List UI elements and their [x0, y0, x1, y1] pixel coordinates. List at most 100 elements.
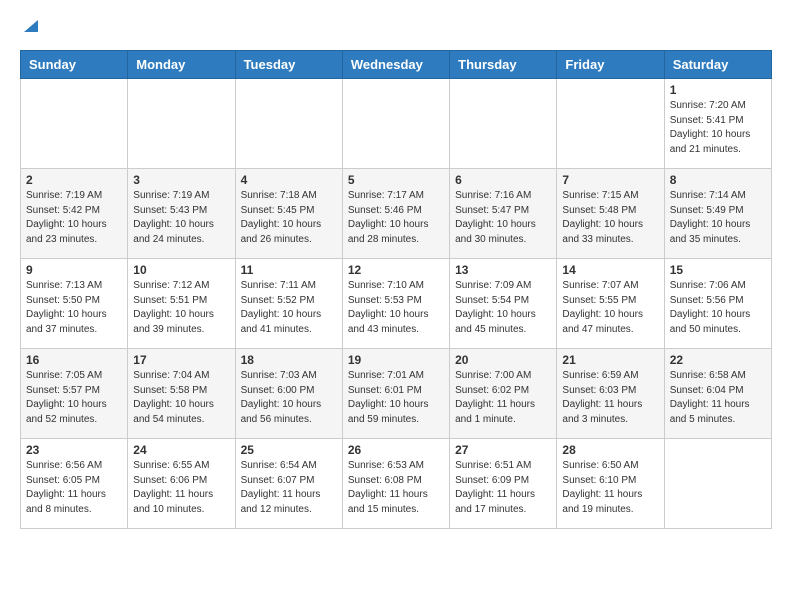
page-header [20, 20, 772, 34]
calendar-table: SundayMondayTuesdayWednesdayThursdayFrid… [20, 50, 772, 529]
day-number: 1 [670, 83, 766, 97]
calendar-cell: 6 Sunrise: 7:16 AM Sunset: 5:47 PM Daylig… [450, 169, 557, 259]
day-info: Sunrise: 7:01 AM Sunset: 6:01 PM Dayligh… [348, 369, 444, 427]
calendar-cell [21, 79, 128, 169]
calendar-cell: 15 Sunrise: 7:06 AM Sunset: 5:56 PM Dayli… [664, 259, 771, 349]
weekday-header-sunday: Sunday [21, 51, 128, 79]
day-number: 7 [562, 173, 658, 187]
calendar-cell: 27 Sunrise: 6:51 AM Sunset: 6:09 PM Dayli… [450, 439, 557, 529]
day-number: 14 [562, 263, 658, 277]
calendar-cell [450, 79, 557, 169]
day-info: Sunrise: 7:13 AM Sunset: 5:50 PM Dayligh… [26, 279, 122, 337]
day-info: Sunrise: 6:50 AM Sunset: 6:10 PM Dayligh… [562, 459, 658, 517]
calendar-week-3: 9 Sunrise: 7:13 AM Sunset: 5:50 PM Daylig… [21, 259, 772, 349]
weekday-header-friday: Friday [557, 51, 664, 79]
day-info: Sunrise: 6:59 AM Sunset: 6:03 PM Dayligh… [562, 369, 658, 427]
calendar-cell: 21 Sunrise: 6:59 AM Sunset: 6:03 PM Dayli… [557, 349, 664, 439]
calendar-cell: 7 Sunrise: 7:15 AM Sunset: 5:48 PM Daylig… [557, 169, 664, 259]
day-info: Sunrise: 7:19 AM Sunset: 5:43 PM Dayligh… [133, 189, 229, 247]
calendar-cell: 3Sunrise: 7:19 AM Sunset: 5:43 PM Daylig… [128, 169, 235, 259]
day-info: Sunrise: 6:54 AM Sunset: 6:07 PM Dayligh… [241, 459, 337, 517]
calendar-cell: 2 Sunrise: 7:19 AM Sunset: 5:42 PM Daylig… [21, 169, 128, 259]
day-number: 9 [26, 263, 122, 277]
day-number: 25 [241, 443, 337, 457]
calendar-cell: 24 Sunrise: 6:55 AM Sunset: 6:06 PM Dayli… [128, 439, 235, 529]
calendar-cell: 26 Sunrise: 6:53 AM Sunset: 6:08 PM Dayli… [342, 439, 449, 529]
day-info: Sunrise: 6:58 AM Sunset: 6:04 PM Dayligh… [670, 369, 766, 427]
day-number: 13 [455, 263, 551, 277]
calendar-cell: 25 Sunrise: 6:54 AM Sunset: 6:07 PM Dayli… [235, 439, 342, 529]
calendar-cell: 28 Sunrise: 6:50 AM Sunset: 6:10 PM Dayli… [557, 439, 664, 529]
weekday-header-wednesday: Wednesday [342, 51, 449, 79]
day-info: Sunrise: 7:14 AM Sunset: 5:49 PM Dayligh… [670, 189, 766, 247]
calendar-week-5: 23Sunrise: 6:56 AM Sunset: 6:05 PM Dayli… [21, 439, 772, 529]
calendar-cell: 13 Sunrise: 7:09 AM Sunset: 5:54 PM Dayli… [450, 259, 557, 349]
day-number: 12 [348, 263, 444, 277]
day-info: Sunrise: 7:16 AM Sunset: 5:47 PM Dayligh… [455, 189, 551, 247]
day-info: Sunrise: 7:12 AM Sunset: 5:51 PM Dayligh… [133, 279, 229, 337]
day-info: Sunrise: 7:00 AM Sunset: 6:02 PM Dayligh… [455, 369, 551, 427]
day-info: Sunrise: 7:18 AM Sunset: 5:45 PM Dayligh… [241, 189, 337, 247]
calendar-cell: 4 Sunrise: 7:18 AM Sunset: 5:45 PM Daylig… [235, 169, 342, 259]
day-number: 11 [241, 263, 337, 277]
day-number: 19 [348, 353, 444, 367]
calendar-week-2: 2 Sunrise: 7:19 AM Sunset: 5:42 PM Daylig… [21, 169, 772, 259]
logo-triangle-icon [22, 16, 40, 34]
logo [20, 20, 40, 34]
day-number: 16 [26, 353, 122, 367]
calendar-cell [664, 439, 771, 529]
calendar-cell [235, 79, 342, 169]
day-number: 2 [26, 173, 122, 187]
calendar-cell: 18 Sunrise: 7:03 AM Sunset: 6:00 PM Dayli… [235, 349, 342, 439]
day-number: 23 [26, 443, 122, 457]
day-number: 21 [562, 353, 658, 367]
day-info: Sunrise: 7:11 AM Sunset: 5:52 PM Dayligh… [241, 279, 337, 337]
day-info: Sunrise: 7:06 AM Sunset: 5:56 PM Dayligh… [670, 279, 766, 337]
day-number: 17 [133, 353, 229, 367]
calendar-cell: 12Sunrise: 7:10 AM Sunset: 5:53 PM Dayli… [342, 259, 449, 349]
calendar-cell: 20 Sunrise: 7:00 AM Sunset: 6:02 PM Dayli… [450, 349, 557, 439]
day-info: Sunrise: 7:04 AM Sunset: 5:58 PM Dayligh… [133, 369, 229, 427]
day-info: Sunrise: 7:09 AM Sunset: 5:54 PM Dayligh… [455, 279, 551, 337]
weekday-header-saturday: Saturday [664, 51, 771, 79]
day-number: 4 [241, 173, 337, 187]
day-number: 27 [455, 443, 551, 457]
day-number: 24 [133, 443, 229, 457]
calendar-cell: 11 Sunrise: 7:11 AM Sunset: 5:52 PM Dayli… [235, 259, 342, 349]
calendar-cell: 8 Sunrise: 7:14 AM Sunset: 5:49 PM Daylig… [664, 169, 771, 259]
day-info: Sunrise: 6:53 AM Sunset: 6:08 PM Dayligh… [348, 459, 444, 517]
day-info: Sunrise: 7:05 AM Sunset: 5:57 PM Dayligh… [26, 369, 122, 427]
day-number: 6 [455, 173, 551, 187]
calendar-cell [128, 79, 235, 169]
day-number: 8 [670, 173, 766, 187]
day-info: Sunrise: 7:15 AM Sunset: 5:48 PM Dayligh… [562, 189, 658, 247]
day-number: 15 [670, 263, 766, 277]
calendar-week-4: 16 Sunrise: 7:05 AM Sunset: 5:57 PM Dayli… [21, 349, 772, 439]
calendar-header-row: SundayMondayTuesdayWednesdayThursdayFrid… [21, 51, 772, 79]
calendar-cell: 17 Sunrise: 7:04 AM Sunset: 5:58 PM Dayli… [128, 349, 235, 439]
day-number: 18 [241, 353, 337, 367]
day-number: 22 [670, 353, 766, 367]
calendar-cell: 10 Sunrise: 7:12 AM Sunset: 5:51 PM Dayli… [128, 259, 235, 349]
day-number: 10 [133, 263, 229, 277]
day-number: 20 [455, 353, 551, 367]
calendar-cell: 1 Sunrise: 7:20 AM Sunset: 5:41 PM Daylig… [664, 79, 771, 169]
day-number: 26 [348, 443, 444, 457]
calendar-cell [557, 79, 664, 169]
calendar-cell: 14 Sunrise: 7:07 AM Sunset: 5:55 PM Dayli… [557, 259, 664, 349]
day-number: 5 [348, 173, 444, 187]
calendar-cell: 23Sunrise: 6:56 AM Sunset: 6:05 PM Dayli… [21, 439, 128, 529]
day-info: Sunrise: 7:03 AM Sunset: 6:00 PM Dayligh… [241, 369, 337, 427]
calendar-cell: 9 Sunrise: 7:13 AM Sunset: 5:50 PM Daylig… [21, 259, 128, 349]
day-info: Sunrise: 6:51 AM Sunset: 6:09 PM Dayligh… [455, 459, 551, 517]
calendar-cell: 19 Sunrise: 7:01 AM Sunset: 6:01 PM Dayli… [342, 349, 449, 439]
calendar-cell: 22 Sunrise: 6:58 AM Sunset: 6:04 PM Dayli… [664, 349, 771, 439]
day-info: Sunrise: 7:07 AM Sunset: 5:55 PM Dayligh… [562, 279, 658, 337]
calendar-cell: 16 Sunrise: 7:05 AM Sunset: 5:57 PM Dayli… [21, 349, 128, 439]
day-info: Sunrise: 7:19 AM Sunset: 5:42 PM Dayligh… [26, 189, 122, 247]
day-info: Sunrise: 7:17 AM Sunset: 5:46 PM Dayligh… [348, 189, 444, 247]
day-number: 28 [562, 443, 658, 457]
day-info: Sunrise: 7:20 AM Sunset: 5:41 PM Dayligh… [670, 99, 766, 157]
day-info: Sunrise: 6:55 AM Sunset: 6:06 PM Dayligh… [133, 459, 229, 517]
calendar-cell [342, 79, 449, 169]
